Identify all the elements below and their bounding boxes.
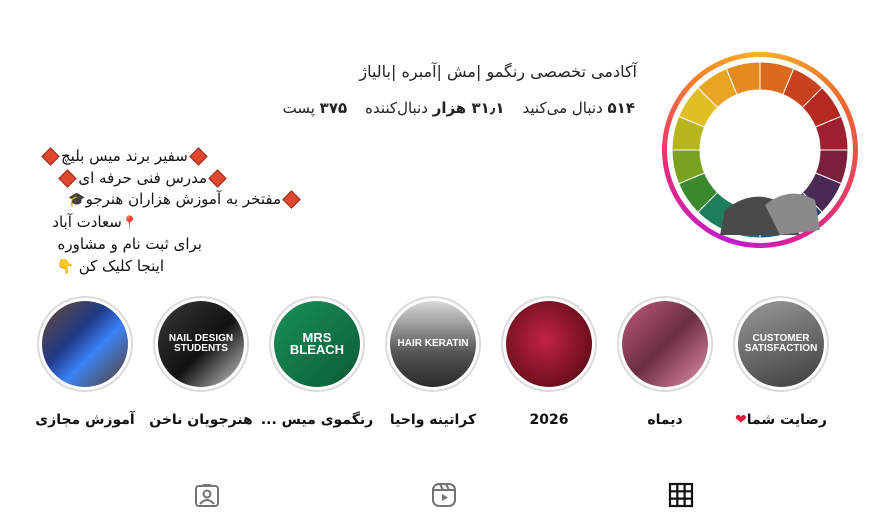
reels-icon [432, 483, 456, 507]
highlight-cover [506, 301, 592, 387]
tagged-tab[interactable] [194, 482, 220, 508]
highlight-cover: HAIR KERATIN [390, 301, 476, 387]
reels-tab[interactable] [431, 482, 457, 508]
bio-link[interactable]: اینجا کلیک کن 👇 [40, 256, 165, 279]
graduation-cap-icon: 🎓 [68, 192, 86, 208]
highlight-item[interactable]: NAIL DESIGN STUDENTS هنرجویان ناخن [149, 296, 253, 428]
profile-bio: سفیر برند میس بلیچ مدرس فنی حرفه ای مفتخ… [40, 146, 302, 278]
posts-count: ۳۷۵ پست [282, 99, 348, 117]
bio-line: مدرس فنی حرفه ای [40, 168, 228, 190]
diamond-icon [282, 190, 301, 209]
bio-line: برای ثبت نام و مشاوره [57, 235, 202, 253]
following-count[interactable]: ۵۱۴ دنبال می‌کنید [523, 99, 635, 117]
followers-count[interactable]: ۳۱٫۱ هزار دنبال‌کننده [365, 99, 504, 117]
diamond-icon [58, 168, 78, 188]
diamond-icon [189, 147, 208, 166]
highlight-item[interactable]: دیماه [615, 296, 715, 428]
profile-stats: ۳۷۵ پست ۳۱٫۱ هزار دنبال‌کننده ۵۱۴ دنبال … [283, 99, 635, 117]
bio-line: مفتخر به آموزش هزاران هنرجو🎓 [40, 189, 302, 212]
diamond-icon [208, 168, 227, 188]
location-pin-icon: 📍 [121, 215, 138, 231]
profile-avatar[interactable] [662, 52, 858, 248]
profile-title: آکادمی تخصصی رنگمو |مش |آمبره |بالیاژ [359, 62, 637, 81]
pointing-down-icon: 👇 [56, 258, 74, 275]
highlight-cover: NAIL DESIGN STUDENTS [158, 301, 244, 387]
highlight-cover [622, 301, 708, 387]
bio-line: سفیر برند میس بلیچ [40, 146, 220, 168]
highlight-cover: CUSTOMER SATISFACTION [738, 301, 824, 387]
highlight-item[interactable]: HAIR KERATIN کراتینه واحیا [383, 296, 483, 428]
highlight-cover [42, 301, 128, 387]
highlight-item[interactable]: آموزش مجازی [35, 296, 135, 428]
diamond-icon [41, 147, 60, 166]
highlight-cover: MRS BLEACH [274, 301, 360, 387]
bio-line: 📍سعادت آباد [40, 212, 138, 235]
highlight-item[interactable]: MRS BLEACH رنگموی میس ... [261, 296, 373, 428]
posts-tab[interactable] [668, 482, 694, 508]
grid-icon [668, 482, 694, 508]
color-wheel-image [671, 61, 849, 239]
highlight-item[interactable]: 2026 [499, 296, 599, 428]
highlight-item[interactable]: CUSTOMER SATISFACTION رضایت شما❤ [731, 296, 831, 428]
highlight-label: آموزش مجازی [35, 412, 135, 428]
heart-icon: ❤ [735, 412, 747, 428]
tagged-user-icon [195, 484, 219, 507]
